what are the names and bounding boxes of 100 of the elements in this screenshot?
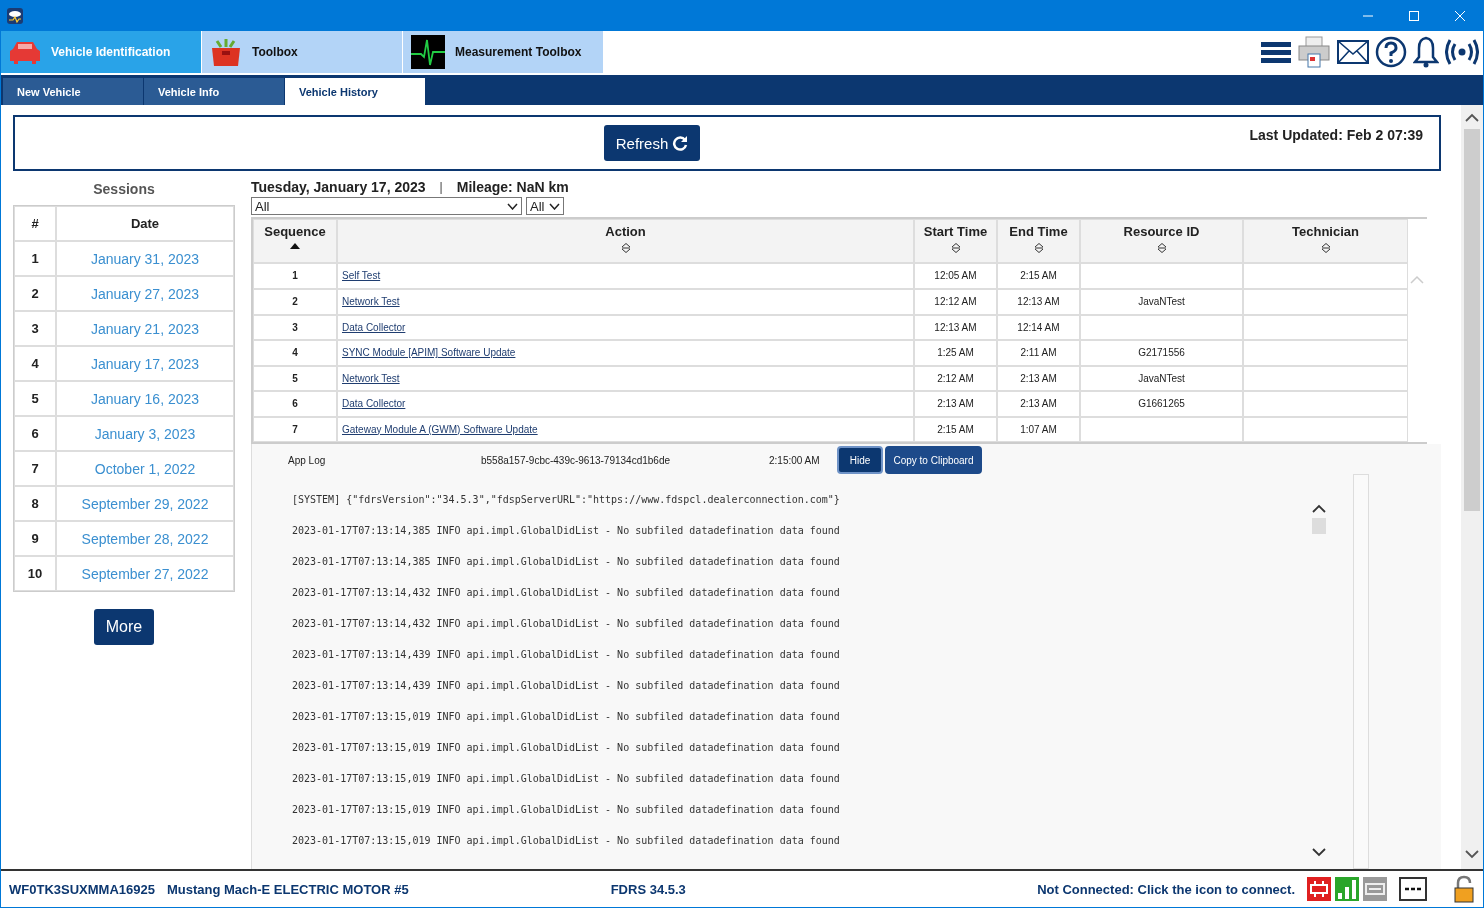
connector-icon[interactable] (1307, 877, 1331, 901)
table-cell: 12:13 AM (997, 289, 1080, 315)
action-link[interactable]: Network Test (342, 296, 400, 308)
session-date-link[interactable]: January 17, 2023 (56, 346, 234, 381)
table-cell: 2:12 AM (914, 365, 997, 391)
column-header: # (14, 206, 56, 241)
hide-button[interactable]: Hide (837, 446, 883, 474)
table-cell: 4 (253, 340, 337, 366)
action-link[interactable]: Self Test (342, 270, 381, 282)
column-header: Sequence (264, 224, 326, 239)
log-line: 2023-01-17T07:13:15,019 INFO api.impl.GlobalDidList - No subfiled datadefination data found (292, 773, 841, 786)
table-cell: 7 (253, 416, 337, 442)
log-line: 2023-01-17T07:13:15,019 INFO api.impl.GlobalDidList - No subfiled datadefination data found (292, 835, 841, 848)
session-date-link[interactable]: January 3, 2023 (56, 416, 234, 451)
version-text: FDRS 34.5.3 (610, 881, 686, 897)
log-id: b558a157-9cbc-439c-9613-79134cd1b6de (481, 454, 672, 466)
column-header: Resource ID (1123, 224, 1200, 239)
sort-ascending-icon[interactable] (290, 243, 300, 249)
dashes-icon[interactable] (1399, 877, 1427, 901)
sub-tab[interactable]: Vehicle History (285, 78, 425, 105)
table-cell: 12:12 AM (914, 289, 997, 315)
last-updated-text: Last Updated: Feb 2 07:39 (1249, 127, 1423, 143)
filter-dropdown[interactable]: All (251, 197, 522, 215)
column-header: Technician (1292, 224, 1359, 239)
sort-icon[interactable] (620, 243, 631, 253)
table-cell: 2:15 AM (914, 416, 997, 442)
table-cell: 2 (253, 289, 337, 315)
scroll-down-icon[interactable] (1465, 849, 1479, 859)
signal-icon[interactable] (1335, 877, 1359, 901)
session-number: 3 (14, 311, 56, 346)
column-header: End Time (1009, 224, 1068, 239)
action-link[interactable]: SYNC Module [APIM] Software Update (342, 347, 516, 359)
action-link[interactable]: Network Test (342, 372, 400, 384)
waveform-icon (411, 35, 445, 69)
session-number: 9 (14, 521, 56, 556)
table-cell: 2:13 AM (914, 391, 997, 417)
log-line: 2023-01-17T07:13:15,019 INFO api.impl.GlobalDidList - No subfiled datadefination data found (292, 804, 841, 817)
refresh-button[interactable]: Refresh (603, 125, 701, 161)
app-logo-icon (7, 8, 23, 24)
session-date-link[interactable]: October 1, 2022 (56, 451, 234, 486)
log-label: App Log (288, 454, 327, 466)
action-link[interactable]: Data Collector (342, 398, 406, 410)
close-icon (1455, 11, 1465, 21)
log-line: 2023-01-17T07:13:14,432 INFO api.impl.GlobalDidList - No subfiled datadefination data found (292, 587, 841, 600)
session-date-link[interactable]: January 16, 2023 (56, 381, 234, 416)
table-cell: 2:13 AM (997, 365, 1080, 391)
table-cell: 12:14 AM (997, 314, 1080, 340)
sort-icon[interactable] (1156, 243, 1167, 253)
table-cell: 1 (253, 263, 337, 289)
session-date-link[interactable]: January 27, 2023 (56, 276, 234, 311)
session-number: 5 (14, 381, 56, 416)
action-link[interactable]: Gateway Module A (GWM) Software Update (342, 423, 538, 435)
filter-dropdown[interactable]: All (526, 197, 564, 215)
broadcast-icon[interactable] (1445, 38, 1479, 66)
session-number: 4 (14, 346, 56, 381)
lock-icon[interactable] (1453, 875, 1475, 903)
scroll-up-icon[interactable] (1465, 113, 1479, 123)
module-tab[interactable]: Measurement Toolbox (403, 31, 603, 73)
bell-icon[interactable] (1413, 36, 1439, 68)
scrollbar[interactable] (1353, 474, 1369, 869)
session-number: 1 (14, 241, 56, 276)
connection-text: Not Connected: Click the icon to connect. (1037, 881, 1295, 897)
table-cell: 6 (253, 391, 337, 417)
session-number: 2 (14, 276, 56, 311)
mail-icon[interactable] (1337, 40, 1369, 64)
mileage-text: Mileage: NaN km (456, 179, 569, 195)
session-date-link[interactable]: January 31, 2023 (56, 241, 234, 276)
session-number: 8 (14, 486, 56, 521)
log-line: 2023-01-17T07:13:15,019 INFO api.impl.GlobalDidList - No subfiled datadefination data found (292, 742, 841, 755)
session-date: Tuesday, January 17, 2023 (251, 179, 426, 195)
session-date-link[interactable]: September 28, 2022 (56, 521, 234, 556)
sort-icon[interactable] (950, 243, 961, 253)
table-cell: 1:25 AM (914, 340, 997, 366)
session-date-link[interactable]: January 21, 2023 (56, 311, 234, 346)
menu-icon[interactable] (1261, 40, 1291, 64)
separator: | (439, 180, 443, 194)
sub-tab[interactable]: Vehicle Info (144, 78, 284, 105)
scroll-thumb[interactable] (1464, 129, 1480, 511)
sort-icon[interactable] (1320, 243, 1331, 253)
log-line: 2023-01-17T07:13:14,439 INFO api.impl.GlobalDidList - No subfiled datadefination data found (292, 649, 841, 662)
more-button[interactable]: More (94, 609, 154, 645)
chevron-down-icon (507, 202, 518, 210)
table-cell: 5 (253, 365, 337, 391)
session-date-link[interactable]: September 27, 2022 (56, 556, 234, 591)
sub-tab[interactable]: New Vehicle (3, 78, 143, 105)
table-cell: 2:13 AM (997, 391, 1080, 417)
column-header: Start Time (923, 224, 988, 239)
scroll-thumb[interactable] (1312, 518, 1326, 534)
printer-icon[interactable] (1297, 36, 1331, 68)
copy-button[interactable]: Copy to Clipboard (885, 446, 982, 474)
vehicle-text: Mustang Mach-E ELECTRIC MOTOR #5 (166, 881, 409, 897)
sort-icon[interactable] (1033, 243, 1044, 253)
module-tab[interactable]: Toolbox (202, 31, 402, 73)
help-icon[interactable] (1375, 36, 1407, 68)
scroll-up-icon[interactable] (1312, 504, 1326, 514)
action-link[interactable]: Data Collector (342, 321, 406, 333)
session-date-link[interactable]: September 29, 2022 (56, 486, 234, 521)
column-header: Date (56, 206, 234, 241)
scroll-down-icon[interactable] (1312, 847, 1326, 857)
table-cell: G1661265 (1080, 391, 1243, 417)
